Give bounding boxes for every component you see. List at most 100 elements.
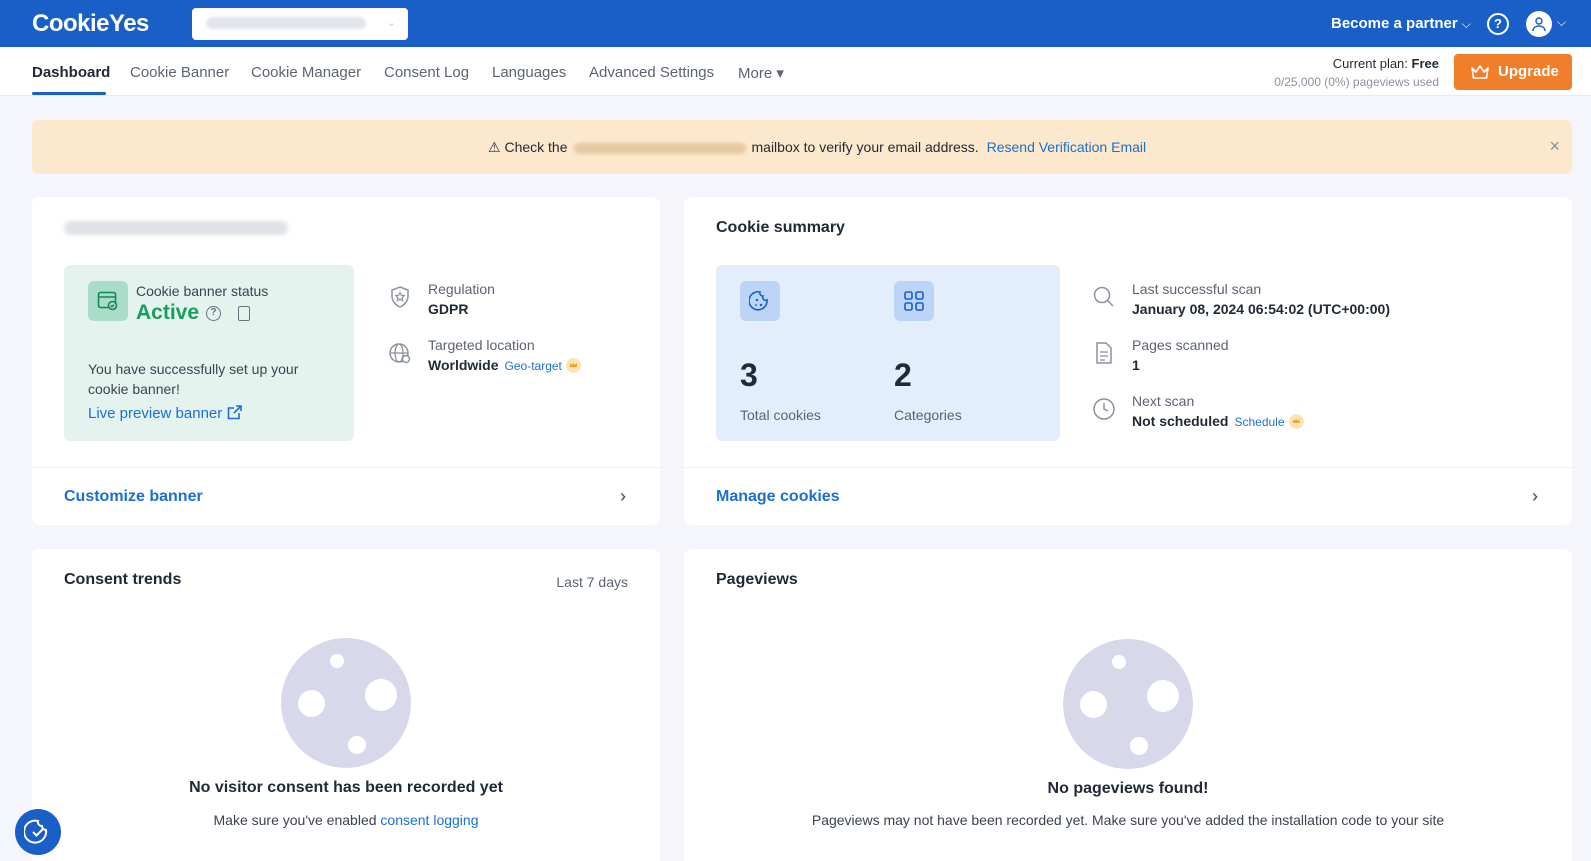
cookie-icon (740, 281, 780, 321)
banner-status-icon (88, 281, 128, 321)
plan-label: Current plan: (1332, 56, 1408, 71)
consent-logging-link[interactable]: consent logging (380, 812, 478, 828)
resend-verification-link[interactable]: Resend Verification Email (987, 139, 1147, 155)
tab-cookie-banner[interactable]: Cookie Banner (130, 64, 229, 81)
tab-consent-log[interactable]: Consent Log (384, 64, 469, 81)
empty-cookie-illustration (281, 638, 411, 768)
cookie-summary-title: Cookie summary (716, 219, 845, 236)
crown-icon (1471, 65, 1489, 79)
empty-cookie-illustration (1063, 639, 1193, 769)
manage-cookies-link[interactable]: Manage cookies (716, 488, 840, 506)
clock-icon (1093, 398, 1115, 420)
regulation-value: GDPR (428, 301, 469, 317)
pageviews-card: Pageviews No pageviews found! Pageviews … (684, 549, 1572, 861)
globe-icon (389, 343, 411, 364)
warning-icon: ⚠ (488, 139, 501, 155)
chevron-right-icon[interactable]: › (1532, 486, 1538, 507)
customize-banner-link[interactable]: Customize banner (64, 488, 203, 506)
browser-check-icon (97, 291, 118, 311)
site-url-redacted (64, 221, 288, 235)
site-status-card: Cookie banner status Active ? You have s… (32, 197, 660, 525)
become-partner-label: Become a partner (1331, 15, 1458, 32)
banner-status-value: Active (136, 301, 200, 324)
chevron-right-icon[interactable]: › (620, 486, 626, 507)
total-cookies-count: 3 (740, 357, 758, 393)
upgrade-button[interactable]: Upgrade (1454, 54, 1572, 90)
next-scan-value: Not scheduled (1132, 413, 1229, 429)
empty-consent-title: No visitor consent has been recorded yet (189, 779, 503, 796)
cookie-stats-box: 3 Total cookies 2 Categories (716, 265, 1060, 441)
last-scan-value: January 08, 2024 06:54:02 (UTC+00:00) (1132, 301, 1390, 317)
email-redacted (573, 142, 746, 154)
total-cookies-label: Total cookies (740, 407, 821, 423)
next-scan-label: Next scan (1132, 393, 1195, 409)
main-nav: Dashboard Cookie Banner Cookie Manager C… (0, 47, 1591, 96)
consent-trends-card: Consent trends Last 7 days No visitor co… (32, 549, 660, 861)
last-scan-label: Last successful scan (1132, 281, 1262, 297)
chevron-down-icon[interactable]: ⌵ (1557, 15, 1566, 30)
avatar[interactable] (1526, 11, 1552, 37)
document-icon (1096, 342, 1112, 364)
empty-consent-prefix: Make sure you've enabled (213, 812, 377, 828)
location-value-row: Worldwide Geo-target (428, 357, 581, 373)
categories-label: Categories (894, 407, 962, 423)
schedule-link[interactable]: Schedule (1234, 415, 1284, 429)
cookie-glyph-icon (749, 290, 768, 311)
location-value: Worldwide (428, 357, 499, 373)
external-link-icon (227, 405, 243, 420)
user-icon (1532, 17, 1546, 32)
tab-cookie-manager[interactable]: Cookie Manager (251, 64, 361, 81)
live-preview-label: Live preview banner (88, 405, 223, 422)
alert-message: ⚠ Check the mailbox to verify your email … (488, 139, 1146, 156)
pages-scanned-label: Pages scanned (1132, 337, 1229, 353)
become-partner-menu[interactable]: Become a partner ⌵ (1331, 15, 1471, 32)
cookie-summary-card: Cookie summary 3 Total cookies 2 Categor… (684, 197, 1572, 525)
plan-name: Free (1411, 56, 1439, 71)
success-message: You have successfully set up your cookie… (88, 361, 299, 397)
upgrade-label: Upgrade (1498, 63, 1559, 80)
tab-languages[interactable]: Languages (492, 64, 566, 81)
banner-status-box: Cookie banner status Active ? You have s… (64, 265, 354, 441)
chevron-down-icon: ⌄ (386, 17, 396, 29)
active-tab-indicator (32, 92, 106, 95)
crown-icon (1288, 414, 1304, 429)
document-icon[interactable] (238, 306, 250, 321)
top-bar: CookieYes ⌄ Become a partner ⌵ ? ⌵ (0, 0, 1591, 47)
regulation-label: Regulation (428, 281, 495, 297)
shield-icon (391, 286, 409, 308)
empty-pageviews-title: No pageviews found! (1047, 780, 1209, 797)
site-url-redacted (206, 17, 366, 29)
divider (684, 467, 1572, 468)
location-label: Targeted location (428, 337, 535, 353)
live-preview-link[interactable]: Live preview banner (88, 404, 243, 422)
consent-preferences-button[interactable] (15, 809, 61, 855)
plan-info: Current plan: Free 0/25,000 (0%) pagevie… (1274, 56, 1439, 89)
tab-dashboard[interactable]: Dashboard (32, 64, 110, 81)
search-icon (1093, 286, 1114, 307)
next-scan-value-row: Not scheduled Schedule (1132, 413, 1304, 429)
empty-pageviews-subtitle: Pageviews may not have been recorded yet… (811, 812, 1445, 828)
grid-icon (904, 291, 924, 311)
tab-advanced-settings[interactable]: Advanced Settings (589, 64, 714, 81)
chevron-down-icon: ⌵ (1461, 17, 1471, 31)
geo-target-link[interactable]: Geo-target (505, 359, 562, 373)
close-icon[interactable]: × (1549, 136, 1560, 157)
pageviews-usage: 0/25,000 (0%) pageviews used (1274, 75, 1439, 89)
crown-icon (565, 358, 581, 373)
empty-consent-subtitle: Make sure you've enabled consent logging (32, 812, 660, 828)
alert-prefix: Check the (504, 139, 568, 155)
pages-scanned-value: 1 (1132, 357, 1140, 373)
pageviews-title: Pageviews (716, 571, 798, 588)
categories-count: 2 (894, 357, 912, 393)
cookieyes-logo[interactable]: CookieYes (32, 10, 149, 38)
divider (32, 467, 660, 468)
site-selector[interactable]: ⌄ (192, 8, 408, 40)
cookie-check-icon (24, 819, 48, 844)
verification-alert: ⚠ Check the mailbox to verify your email … (32, 120, 1572, 174)
banner-status-label: Cookie banner status (136, 283, 269, 299)
period-selector[interactable]: Last 7 days (556, 574, 628, 590)
tab-more[interactable]: More ▾ (738, 64, 784, 82)
help-icon[interactable]: ? (206, 306, 221, 321)
help-icon[interactable]: ? (1487, 13, 1509, 35)
categories-icon (894, 281, 934, 321)
